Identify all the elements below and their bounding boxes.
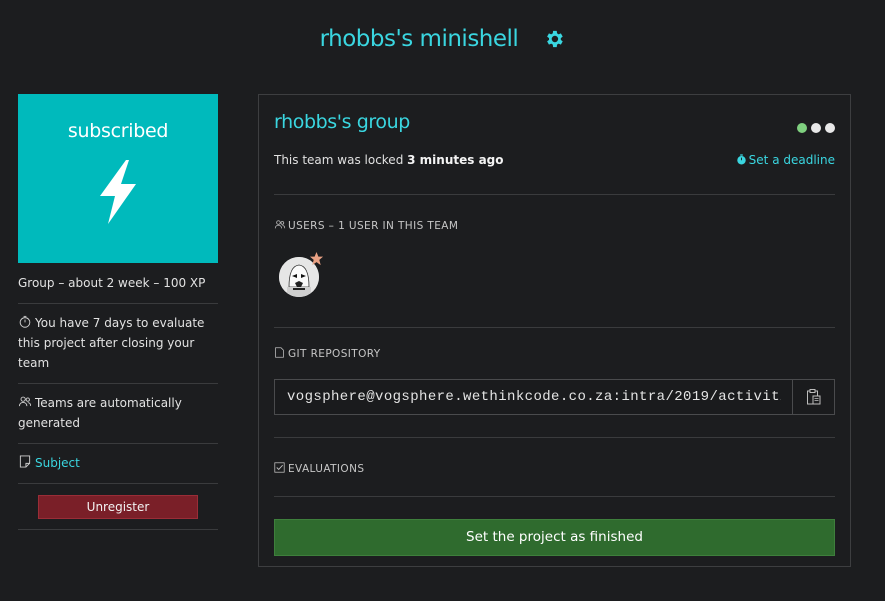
checkbox-icon — [274, 462, 285, 473]
badge-label: subscribed — [67, 120, 169, 142]
evaluations-section-text: EVALUATIONS — [288, 463, 365, 475]
project-sidebar: subscribed Group – about 2 week – 100 XP… — [18, 94, 218, 530]
evaluation-note-text: You have 7 days to evaluate this project… — [18, 316, 205, 370]
project-info-text: Group – about 2 week – 100 XP — [18, 276, 206, 290]
users-section-label: USERS – 1 USER IN THIS TEAM — [274, 219, 458, 232]
divider — [274, 496, 835, 497]
unregister-button[interactable]: Unregister — [38, 495, 198, 519]
locked-prefix: This team was locked — [274, 153, 404, 167]
set-finished-button[interactable]: Set the project as finished — [274, 519, 835, 556]
project-info: Group – about 2 week – 100 XP — [18, 263, 218, 304]
git-repository-input[interactable] — [275, 380, 793, 414]
subscription-badge: subscribed — [18, 94, 218, 263]
set-deadline-link[interactable]: Set a deadline — [736, 153, 835, 167]
team-name: rhobbs's group — [274, 111, 410, 133]
divider — [274, 194, 835, 195]
git-repository-field — [274, 379, 835, 415]
gear-icon[interactable] — [543, 28, 565, 50]
document-icon — [275, 347, 284, 358]
repo-section-label: GIT REPOSITORY — [274, 347, 381, 360]
document-icon — [19, 455, 31, 468]
page-header: rhobbs's minishell — [0, 26, 885, 60]
status-dot — [825, 123, 835, 133]
lightning-bolt-icon — [100, 160, 136, 224]
clipboard-icon — [806, 389, 820, 405]
stopwatch-icon — [19, 315, 31, 328]
teams-note: Teams are automatically generated — [18, 384, 218, 444]
locked-status: This team was locked 3 minutes ago — [274, 153, 504, 167]
divider — [274, 437, 835, 438]
team-panel: rhobbs's group This team was locked 3 mi… — [258, 94, 851, 567]
subject-link[interactable]: Subject — [35, 456, 80, 470]
set-deadline-label: Set a deadline — [748, 153, 835, 167]
users-section-text: USERS – 1 USER IN THIS TEAM — [288, 220, 459, 232]
repo-section-text: GIT REPOSITORY — [288, 348, 381, 360]
subject-row: Subject — [18, 444, 218, 484]
users-icon — [274, 220, 286, 229]
unregister-row: Unregister — [18, 484, 218, 530]
divider — [274, 327, 835, 328]
copy-button[interactable] — [792, 380, 834, 414]
page-title: rhobbs's minishell — [319, 26, 519, 52]
evaluation-note: You have 7 days to evaluate this project… — [18, 304, 218, 384]
teams-note-text: Teams are automatically generated — [18, 396, 182, 430]
status-dot — [797, 123, 807, 133]
users-icon — [18, 396, 32, 407]
evaluations-section-label: EVALUATIONS — [274, 462, 364, 475]
star-icon — [309, 251, 324, 266]
stopwatch-icon — [736, 154, 746, 165]
status-dot — [811, 123, 821, 133]
locked-time: 3 minutes ago — [407, 153, 504, 167]
status-dots — [793, 118, 835, 133]
